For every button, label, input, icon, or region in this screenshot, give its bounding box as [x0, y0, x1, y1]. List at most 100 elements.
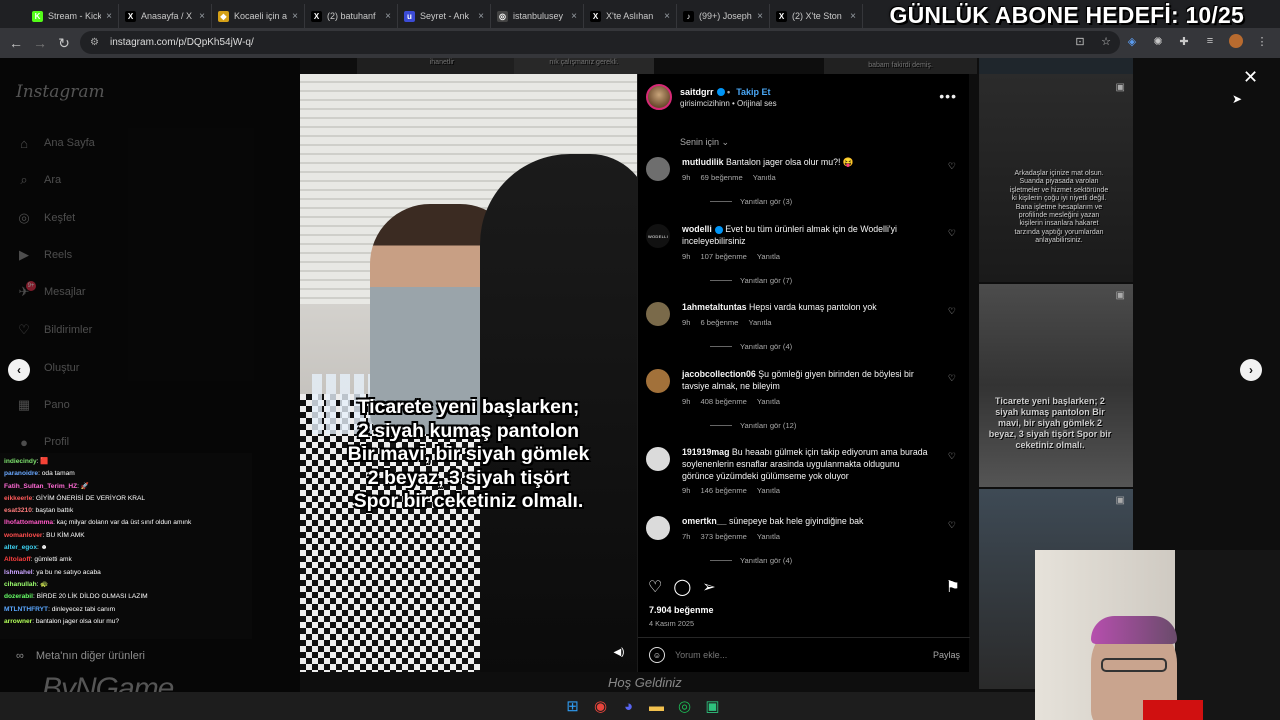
comment-like-icon[interactable]: ♡ [948, 161, 956, 172]
commenter-avatar[interactable] [646, 447, 670, 471]
comment-username[interactable]: omertkn__ [682, 516, 727, 526]
reply-button[interactable]: Yanıtla [757, 397, 780, 406]
next-post-arrow-icon[interactable]: › [1240, 359, 1262, 381]
browser-tab[interactable]: X Anasayfa / X × [119, 4, 212, 28]
comment-likes[interactable]: 373 beğenme [700, 532, 746, 541]
browser-tab[interactable]: X X'te Aslıhan × [584, 4, 677, 28]
comment-like-icon[interactable]: ♡ [948, 373, 956, 384]
like-count[interactable]: 7.904 beğenme [649, 605, 714, 615]
commenter-avatar[interactable] [646, 157, 670, 181]
extension-icon[interactable]: ✺ [1150, 33, 1166, 49]
browser-tab[interactable]: X (2) X'te Ston × [770, 4, 863, 28]
reel-video[interactable]: Ticarete yeni başlarken; 2 siyah kumaş pa… [300, 74, 637, 672]
tab-close-icon[interactable]: × [757, 11, 763, 22]
follow-button[interactable]: Takip Et [736, 87, 770, 97]
commenter-avatar[interactable] [646, 302, 670, 326]
folder-icon[interactable]: ▬ [648, 697, 666, 715]
media-icon[interactable]: ≡ [1202, 33, 1218, 49]
sidebar-item-meta-more[interactable]: ∞ Meta'nın diğer ürünleri [16, 650, 145, 662]
reply-button[interactable]: Yanıtla [753, 173, 776, 182]
view-replies-button[interactable]: Yanıtları gör (7) [710, 276, 792, 285]
chat-username: dozerabil [4, 593, 33, 601]
tab-title: Anasayfa / X [141, 11, 193, 21]
audio-source[interactable]: girisimcizihinn • Orijinal ses [680, 99, 777, 108]
spotify-icon[interactable]: ◎ [676, 697, 694, 715]
close-icon[interactable]: ✕ [1243, 67, 1258, 88]
commenter-avatar[interactable] [646, 369, 670, 393]
back-icon[interactable]: ← [4, 31, 28, 55]
comment-likes[interactable]: 6 beğenme [700, 318, 738, 327]
browser-tab[interactable]: ◆ Kocaeli için ay × [212, 4, 305, 28]
extension-icon[interactable]: ◈ [1124, 33, 1140, 49]
tab-close-icon[interactable]: × [571, 11, 577, 22]
reply-button[interactable]: Yanıtla [757, 532, 780, 541]
comment-likes[interactable]: 408 beğenme [700, 397, 746, 406]
tab-close-icon[interactable]: × [106, 11, 112, 22]
comment-likes[interactable]: 107 beğenme [700, 252, 746, 261]
browser-tab[interactable]: X (2) batuhanf × [305, 4, 398, 28]
comment-username[interactable]: mutludilik [682, 157, 724, 167]
address-bar[interactable]: ⚙ instagram.com/p/DQpKh54jW-q/ [80, 31, 1120, 54]
comment-time: 7h [682, 531, 691, 541]
bookmark-star-icon[interactable]: ☆ [1098, 33, 1114, 49]
comment-like-icon[interactable]: ♡ [948, 228, 956, 239]
comment-like-icon[interactable]: ♡ [948, 306, 956, 317]
comment-like-icon[interactable]: ♡ [948, 451, 956, 462]
author-avatar[interactable] [646, 84, 672, 110]
comment-icon[interactable]: ◯ [673, 577, 691, 597]
comment-username[interactable]: 191919mag [682, 447, 729, 457]
chat-username: Ishmahel [4, 568, 33, 576]
like-icon[interactable]: ♡ [648, 577, 662, 597]
browser-tab[interactable]: K Stream - Kick × [26, 4, 119, 28]
tab-close-icon[interactable]: × [664, 11, 670, 22]
share-icon[interactable]: ➢ [702, 577, 715, 597]
view-replies-button[interactable]: Yanıtları gör (3) [710, 197, 792, 206]
view-replies-button[interactable]: Yanıtları gör (4) [710, 556, 792, 565]
install-icon[interactable]: ⊡ [1072, 33, 1088, 49]
view-replies-button[interactable]: Yanıtları gör (4) [710, 342, 792, 351]
chrome-icon[interactable]: ◉ [592, 697, 610, 715]
profile-avatar[interactable] [1228, 33, 1244, 49]
save-icon[interactable]: ⚑ [946, 577, 960, 597]
browser-tab[interactable]: ♪ (99+) Joseph × [677, 4, 770, 28]
reply-button[interactable]: Yanıtla [757, 486, 780, 495]
thumbnail-text: Arkadaşlar içinize mat olsun. Suanda piy… [1009, 170, 1109, 245]
windows-icon[interactable]: ⊞ [564, 697, 582, 715]
reply-button[interactable]: Yanıtla [748, 318, 771, 327]
browser-tab[interactable]: ◎ istanbulusey × [491, 4, 584, 28]
app-icon[interactable]: ▣ [704, 697, 722, 715]
comment-username[interactable]: 1ahmetaltuntas [682, 302, 747, 312]
post-comment-button[interactable]: Paylaş [933, 650, 960, 660]
reload-icon[interactable]: ↻ [52, 31, 76, 55]
tab-close-icon[interactable]: × [850, 11, 856, 22]
view-replies-button[interactable]: Yanıtları gör (12) [710, 421, 796, 430]
comment-like-icon[interactable]: ♡ [948, 520, 956, 531]
comment-sort-dropdown[interactable]: Senin için ⌄ [680, 137, 729, 148]
comment-username[interactable]: wodelli [682, 224, 712, 234]
volume-icon[interactable]: ◀) [611, 644, 627, 660]
tab-close-icon[interactable]: × [478, 11, 484, 22]
comment-likes[interactable]: 69 beğenme [700, 173, 742, 182]
discord-icon[interactable]: ◕ [620, 697, 638, 715]
feed-thumbnail[interactable]: Arkadaşlar içinize mat olsun. Suanda piy… [979, 74, 1133, 282]
emoji-icon[interactable]: ☺ [649, 647, 665, 663]
commenter-avatar[interactable]: WODELLI [646, 224, 670, 248]
menu-icon[interactable]: ⋮ [1254, 33, 1270, 49]
comment-username[interactable]: jacobcollection06 [682, 369, 756, 379]
feed-thumbnail[interactable]: Ticarete yeni başlarken; 2 siyah kumaş p… [979, 284, 1133, 487]
more-options-icon[interactable]: ••• [939, 88, 957, 104]
tab-close-icon[interactable]: × [385, 11, 391, 22]
forward-icon[interactable]: → [28, 31, 52, 55]
site-info-icon[interactable]: ⚙ [90, 37, 102, 49]
previous-post-arrow-icon[interactable]: ‹ [8, 359, 30, 381]
tab-close-icon[interactable]: × [292, 11, 298, 22]
tab-close-icon[interactable]: × [199, 11, 205, 22]
reply-button[interactable]: Yanıtla [757, 252, 780, 261]
commenter-avatar[interactable] [646, 516, 670, 540]
comment-likes[interactable]: 146 beğenme [700, 486, 746, 495]
extensions-puzzle-icon[interactable]: ✚ [1176, 33, 1192, 49]
tiktok-icon: ♪ [683, 10, 694, 22]
comment-input[interactable] [675, 650, 895, 660]
browser-tab[interactable]: u Seyret - Ank × [398, 4, 491, 28]
author-username[interactable]: saitdgrr [680, 87, 714, 97]
